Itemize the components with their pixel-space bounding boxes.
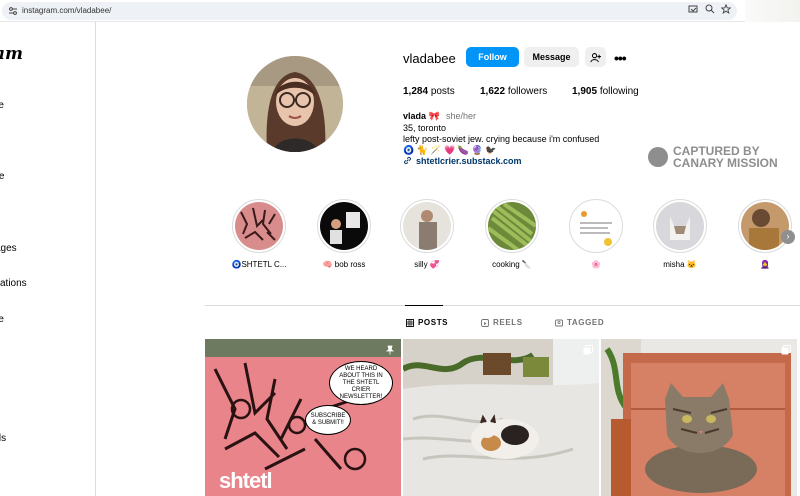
post-tile-2[interactable] — [403, 339, 599, 496]
url-field[interactable]: instagram.com/vladabee/ — [2, 2, 737, 20]
sidebar-item-home[interactable]: me — [0, 100, 4, 111]
pin-icon — [385, 345, 395, 355]
profile-photo — [247, 56, 343, 152]
posts-count: 1,284 — [403, 86, 429, 97]
grid-icon — [406, 318, 414, 327]
following-stat[interactable]: 1,905 following — [572, 86, 639, 97]
tagged-icon — [555, 319, 563, 326]
highlight-shtetl[interactable]: 🧿SHTETL C... — [230, 199, 288, 269]
sidebar-item-explore[interactable]: ore — [0, 171, 4, 182]
watermark-line-2: CANARY MISSION — [673, 156, 778, 170]
instagram-logo[interactable]: am — [0, 44, 23, 64]
canary-mission-watermark: CAPTURED BY CANARY MISSION — [648, 145, 783, 169]
post-tile-1[interactable]: WE HEARD ABOUT THIS IN THE SHTETL CRIER … — [205, 339, 401, 496]
profile-avatar[interactable] — [247, 56, 343, 152]
posts-label: posts — [430, 86, 455, 97]
tab-tagged[interactable]: TAGGED — [555, 318, 604, 327]
bio-emojis: 🧿 🐈 🪄 💗 🍆 🔮 🐦‍⬛ — [403, 145, 497, 155]
bio-link[interactable]: shtetlcrier.substack.com — [416, 156, 522, 166]
bio-line-description: lefty post-soviet jew. crying because i'… — [403, 134, 600, 144]
highlight-silly[interactable]: silly 💞 — [398, 199, 456, 269]
follow-button[interactable]: Follow — [466, 47, 519, 67]
cast-icon[interactable] — [688, 4, 698, 14]
sidebar: am me ch ore s sages fications ate ile a… — [0, 22, 96, 496]
more-options-icon[interactable]: ••• — [614, 50, 627, 66]
profile-username: vladabee — [403, 51, 456, 66]
canary-logo-icon — [648, 147, 668, 167]
browser-address-bar: instagram.com/vladabee/ — [0, 0, 800, 22]
highlights-next-chevron-icon[interactable]: › — [781, 230, 795, 244]
highlight-cover — [741, 202, 789, 250]
carousel-icon — [583, 345, 593, 355]
sidebar-item-notifications[interactable]: fications — [0, 278, 27, 289]
post-tile-3[interactable] — [601, 339, 797, 496]
tab-tagged-label: TAGGED — [567, 318, 605, 327]
sidebar-item-search[interactable]: ch — [0, 135, 1, 146]
carousel-icon — [781, 345, 791, 355]
followers-stat[interactable]: 1,622 followers — [480, 86, 547, 97]
reels-icon — [481, 318, 489, 327]
highlight-label: 🧿SHTETL C... — [231, 260, 287, 269]
highlight-label: 🌸 — [591, 260, 601, 269]
zoom-icon[interactable] — [705, 4, 715, 14]
browser-corner — [745, 0, 800, 22]
tab-reels-label: REELS — [493, 318, 523, 327]
highlight-cover — [656, 202, 704, 250]
url-text: instagram.com/vladabee/ — [22, 6, 112, 15]
highlight-label: 🧕 — [760, 260, 770, 269]
following-label: following — [599, 86, 639, 97]
link-icon — [404, 156, 411, 165]
highlight-misha[interactable]: misha 🐱 — [651, 199, 709, 269]
sidebar-item-create[interactable]: ate — [0, 314, 4, 325]
pronouns: she/her — [446, 111, 477, 121]
highlight-cover — [572, 202, 620, 250]
tabs-divider — [205, 305, 800, 306]
followers-label: followers — [507, 86, 548, 97]
highlight-cooking[interactable]: cooking 🔪 — [483, 199, 541, 269]
highlight-cover — [235, 202, 283, 250]
followers-count: 1,622 — [480, 86, 506, 97]
message-button[interactable]: Message — [524, 47, 579, 67]
highlight-label: cooking 🔪 — [492, 260, 532, 269]
highlight-label: misha 🐱 — [663, 260, 697, 269]
tab-posts[interactable]: POSTS — [406, 318, 448, 327]
speech-bubble: WE HEARD ABOUT THIS IN THE SHTETL CRIER … — [329, 361, 393, 405]
highlight-cover — [488, 202, 536, 250]
site-settings-icon[interactable] — [8, 6, 18, 16]
active-tab-indicator — [405, 305, 443, 306]
tab-reels[interactable]: REELS — [481, 318, 523, 327]
post-image — [403, 339, 599, 496]
suggested-accounts-button[interactable] — [585, 47, 606, 67]
following-count: 1,905 — [572, 86, 598, 97]
post-image — [601, 339, 797, 496]
speech-bubble: SUBSCRIBE & SUBMIT!! — [305, 405, 351, 435]
posts-stat: 1,284 posts — [403, 86, 455, 97]
highlight-flower[interactable]: 🌸 — [567, 199, 625, 269]
bio-line-location: 35, toronto — [403, 123, 447, 133]
sidebar-item-messages[interactable]: sages — [0, 243, 17, 254]
highlight-label: 🧠 bob ross — [322, 260, 366, 269]
bookmark-star-icon[interactable] — [721, 4, 731, 14]
highlight-bob-ross[interactable]: 🧠 bob ross — [315, 199, 373, 269]
highlight-label: silly 💞 — [414, 260, 440, 269]
display-name: vlada 🎀 — [403, 111, 440, 121]
sidebar-item-threads[interactable]: ads — [0, 433, 6, 444]
tab-posts-label: POSTS — [418, 318, 449, 327]
highlight-cover — [403, 202, 451, 250]
post-title-text: shtetl — [219, 468, 273, 493]
add-user-icon — [590, 52, 601, 62]
highlight-cover — [320, 202, 368, 250]
